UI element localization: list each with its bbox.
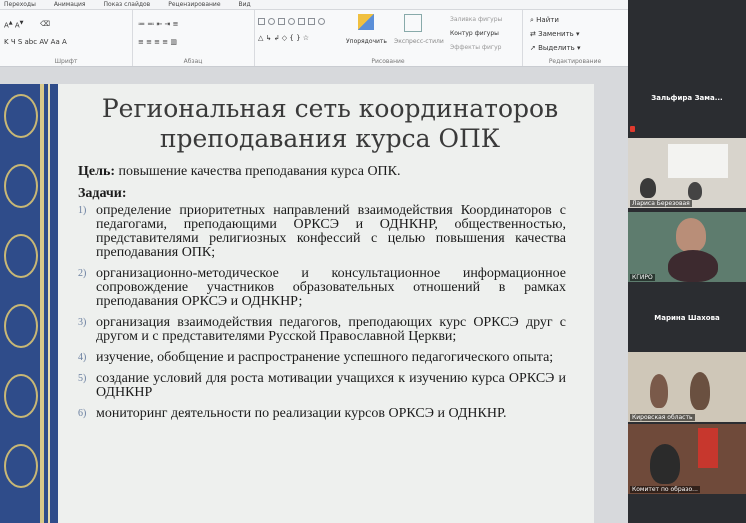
participant-name-tile[interactable]: Марина Шахова — [628, 306, 746, 330]
express-styles-icon[interactable] — [404, 14, 422, 32]
participant-name-label: Кировская область — [630, 414, 695, 421]
task-number: 3) — [78, 317, 87, 328]
slide-title-line: преподавания курса ОПК — [159, 124, 501, 153]
shape-oval-icon[interactable] — [268, 18, 275, 25]
person-silhouette — [650, 374, 668, 408]
find-label: Найти — [536, 16, 559, 24]
ribbon-tab-bar: Переходы Анимация Показ слайдов Рецензир… — [0, 0, 628, 10]
arrange-button[interactable]: Упорядочить — [346, 38, 387, 45]
ornament-gold-line — [40, 84, 44, 523]
task-text: определение приоритетных направлений вза… — [96, 203, 566, 260]
participant-video-tile[interactable]: КГИРО — [628, 212, 746, 282]
slide-body: Цель: повышение качества преподавания ку… — [78, 164, 566, 428]
clear-format-icon[interactable]: ⌫ — [40, 20, 50, 28]
replace-label: Заменить — [538, 30, 574, 38]
font-group: A▲ A▼ ⌫ K Ч S abc AV Aa A Шрифт — [0, 10, 133, 66]
paragraph-group: ≔ ≕ ⇤ ⇥ ≡ ≡ ≡ ≡ ≡ ▥ Абзац — [132, 10, 255, 66]
person-silhouette — [640, 178, 656, 198]
express-styles-button[interactable]: Экспресс-стили — [394, 38, 444, 45]
align-buttons[interactable]: ≡ ≡ ≡ ≡ ▥ — [138, 38, 177, 46]
task-item: 3) организация взаимодействия педагогов, … — [78, 316, 566, 344]
font-group-label: Шрифт — [54, 58, 78, 65]
tasks-heading: Задачи: — [78, 186, 127, 201]
ribbon: A▲ A▼ ⌫ K Ч S abc AV Aa A Шрифт ≔ ≕ ⇤ ⇥ … — [0, 10, 628, 67]
shape-fill-button[interactable]: Заливка фигуры — [450, 16, 502, 23]
editing-group: ⌕ Найти ⇄ Заменить ▾ ➚ Выделить ▾ Редакт… — [522, 10, 628, 66]
ornament-motif — [4, 94, 38, 138]
participant-video-tile[interactable]: Лариса Березовая — [628, 138, 746, 208]
font-size-buttons[interactable]: A▲ A▼ — [4, 20, 24, 29]
participant-name-label: Лариса Березовая — [630, 200, 692, 207]
whiteboard — [668, 144, 728, 178]
ornament-motif — [4, 374, 38, 418]
goal-paragraph: Цель: повышение качества преподавания ку… — [78, 164, 566, 180]
cursor-icon: ➚ — [530, 44, 539, 52]
shape-oval-icon[interactable] — [318, 18, 325, 25]
slide-title: Региональная сеть координаторов преподав… — [70, 94, 590, 154]
drawing-group: △ ↳ ↲ ◇ { } ☆ Упорядочить Экспресс-стили… — [254, 10, 523, 66]
ornament-motif — [4, 444, 38, 488]
person-body — [668, 250, 718, 282]
ornament-motif — [4, 304, 38, 348]
task-number: 1) — [78, 205, 87, 216]
participant-name-label: Комитет по образо... — [630, 486, 700, 493]
ornament-gold-line — [48, 84, 50, 523]
task-number: 5) — [78, 373, 87, 384]
task-text: организационно-методическое и консультац… — [96, 266, 566, 309]
slide[interactable]: Региональная сеть координаторов преподав… — [0, 84, 594, 523]
shape-oval-icon[interactable] — [288, 18, 295, 25]
shape-rect-icon[interactable] — [298, 18, 305, 25]
format-buttons[interactable]: K Ч S abc AV Aa A — [4, 38, 67, 46]
shape-gallery-icon[interactable]: △ ↳ ↲ ◇ { } ☆ — [258, 34, 309, 42]
task-number: 2) — [78, 268, 87, 279]
task-item: 1) определение приоритетных направлений в… — [78, 204, 566, 260]
replace-icon: ⇄ — [530, 30, 539, 38]
shape-outline-button[interactable]: Контур фигуры — [450, 30, 499, 37]
participant-name-label: КГИРО — [630, 274, 655, 281]
mic-muted-icon — [630, 126, 635, 132]
ornament-motif — [4, 164, 38, 208]
shape-rect-icon[interactable] — [278, 18, 285, 25]
participant-video-tile[interactable]: Кировская область — [628, 352, 746, 422]
task-text: мониторинг деятельности по реализации ку… — [96, 406, 507, 421]
tab-slideshow[interactable]: Показ слайдов — [104, 1, 151, 8]
task-item: 5) создание условий для роста мотивации у… — [78, 372, 566, 400]
paragraph-group-label: Абзац — [183, 58, 203, 65]
task-item: 2) организационно-методическое и консульт… — [78, 267, 566, 309]
task-text: организация взаимодействия педагогов, пр… — [96, 315, 566, 344]
find-button[interactable]: ⌕ Найти — [530, 16, 559, 25]
ornament-motif — [4, 234, 38, 278]
tab-transitions[interactable]: Переходы — [4, 1, 36, 8]
select-button[interactable]: ➚ Выделить ▾ — [530, 44, 581, 52]
shape-rect-icon[interactable] — [258, 18, 265, 25]
goal-label: Цель: — [78, 164, 116, 179]
tab-animation[interactable]: Анимация — [54, 1, 86, 8]
shape-rect-icon[interactable] — [308, 18, 315, 25]
task-number: 6) — [78, 408, 87, 419]
task-item: 4) изучение, обобщение и распространение … — [78, 351, 566, 365]
flag — [698, 428, 718, 468]
task-text: создание условий для роста мотивации уча… — [96, 371, 566, 400]
editing-group-label: Редактирование — [548, 58, 602, 65]
goal-text: повышение качества преподавания курса ОП… — [115, 164, 401, 179]
task-item: 6) мониторинг деятельности по реализации … — [78, 407, 566, 421]
replace-button[interactable]: ⇄ Заменить ▾ — [530, 30, 580, 38]
list-buttons[interactable]: ≔ ≕ ⇤ ⇥ ≡ — [138, 20, 179, 28]
video-participants-panel: Зальфира Зама... Лариса Березовая КГИРО … — [628, 0, 746, 523]
task-number: 4) — [78, 352, 87, 363]
task-text: изучение, обобщение и распространение ус… — [96, 350, 554, 365]
arrange-icon[interactable] — [358, 14, 374, 30]
drawing-group-label: Рисование — [371, 58, 405, 65]
participant-name-tile[interactable]: Зальфира Зама... — [628, 86, 746, 110]
person-face — [676, 218, 706, 252]
tab-view[interactable]: Вид — [239, 1, 251, 8]
person-silhouette — [688, 182, 702, 200]
person-silhouette — [650, 444, 680, 484]
participant-video-tile[interactable]: Комитет по образо... — [628, 424, 746, 494]
tab-review[interactable]: Рецензирование — [168, 1, 220, 8]
slide-title-line: Региональная сеть координаторов — [101, 94, 559, 123]
shape-effects-button[interactable]: Эффекты фигур — [450, 44, 501, 51]
person-silhouette — [690, 372, 710, 410]
select-label: Выделить — [538, 44, 575, 52]
